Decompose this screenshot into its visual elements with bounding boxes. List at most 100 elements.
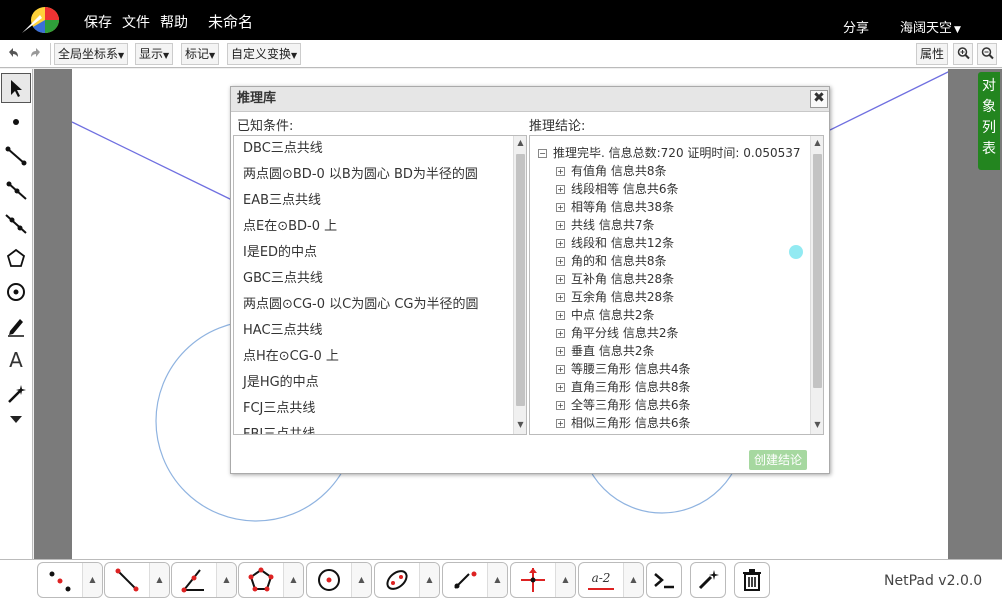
select-tool[interactable] bbox=[1, 73, 31, 103]
reasoning-results-tree[interactable]: − 推理完毕. 信息总数:720 证明时间: 0.050537 + 有值角 信息共8… bbox=[529, 135, 824, 435]
condition-item[interactable]: J是HG的中点 bbox=[234, 370, 516, 396]
pen-tool[interactable] bbox=[1, 311, 31, 341]
expand-icon[interactable]: + bbox=[556, 311, 565, 320]
results-scrollbar[interactable]: ▲ ▼ bbox=[810, 136, 823, 434]
scroll-thumb[interactable] bbox=[516, 154, 525, 406]
expand-icon[interactable]: + bbox=[556, 293, 565, 302]
polygon-tool[interactable] bbox=[1, 243, 31, 273]
angle-tool-button[interactable] bbox=[172, 563, 216, 597]
scroll-down-icon[interactable]: ▼ bbox=[811, 418, 823, 432]
more-tools-button[interactable] bbox=[1, 409, 31, 429]
condition-item[interactable]: EAB三点共线 bbox=[234, 188, 516, 214]
tree-item[interactable]: + 互余角 信息共28条 bbox=[556, 288, 674, 305]
zoom-out-button[interactable] bbox=[977, 43, 997, 65]
document-title[interactable]: 未命名 bbox=[208, 11, 253, 32]
angle-tools-dropdown[interactable]: ▲ bbox=[216, 563, 236, 597]
ray-tool[interactable] bbox=[1, 175, 31, 205]
scroll-up-icon[interactable]: ▲ bbox=[514, 136, 526, 150]
scroll-down-icon[interactable]: ▼ bbox=[514, 418, 526, 432]
tree-item[interactable]: +比例线段 信息共... bbox=[556, 432, 670, 434]
tree-item[interactable]: + 直角三角形 信息共8条 bbox=[556, 378, 690, 395]
display-dropdown[interactable]: 显示▼ bbox=[135, 43, 174, 65]
tree-item[interactable]: + 垂直 信息共2条 bbox=[556, 342, 654, 359]
tree-item[interactable]: + 线段和 信息共12条 bbox=[556, 234, 674, 251]
construct-tool-button[interactable] bbox=[443, 563, 487, 597]
polygon-tool-button[interactable] bbox=[239, 563, 283, 597]
expand-icon[interactable]: + bbox=[556, 365, 565, 374]
object-list-tab[interactable]: 对象列表 bbox=[978, 72, 1000, 170]
expand-icon[interactable]: + bbox=[556, 275, 565, 284]
expand-icon[interactable]: + bbox=[556, 167, 565, 176]
expression-tool-button[interactable]: a-2 bbox=[579, 563, 623, 597]
transform-tool-button[interactable] bbox=[511, 563, 555, 597]
tree-root[interactable]: − 推理完毕. 信息总数:720 证明时间: 0.050537 bbox=[538, 144, 801, 161]
tree-item[interactable]: + 共线 信息共7条 bbox=[556, 216, 654, 233]
line-tools-dropdown[interactable]: ▲ bbox=[149, 563, 169, 597]
delete-button[interactable] bbox=[734, 562, 770, 598]
condition-item[interactable]: HAC三点共线 bbox=[234, 318, 516, 344]
tree-item[interactable]: + 等腰三角形 信息共4条 bbox=[556, 360, 690, 377]
condition-item[interactable]: 两点圆⊙BD-0 以B为圆心 BD为半径的圆 bbox=[234, 162, 516, 188]
netpad-logo-icon[interactable] bbox=[18, 5, 62, 35]
properties-button[interactable]: 属性 bbox=[916, 43, 949, 65]
circle-tool[interactable] bbox=[1, 277, 31, 307]
expand-icon[interactable]: + bbox=[556, 221, 565, 230]
ellipse-tool-button[interactable] bbox=[375, 563, 419, 597]
point-tool[interactable] bbox=[1, 107, 31, 137]
scroll-thumb[interactable] bbox=[813, 154, 822, 388]
redo-button[interactable] bbox=[26, 43, 46, 65]
user-menu[interactable]: 海阔天空 ▼ bbox=[900, 17, 961, 36]
expand-icon[interactable]: + bbox=[556, 257, 565, 266]
tree-item[interactable]: + 中点 信息共2条 bbox=[556, 306, 654, 323]
tree-item[interactable]: + 相似三角形 信息共6条 bbox=[556, 414, 690, 431]
tree-item[interactable]: + 互补角 信息共28条 bbox=[556, 270, 674, 287]
conic-tools-dropdown[interactable]: ▲ bbox=[419, 563, 439, 597]
measure-tools-dropdown[interactable]: ▲ bbox=[623, 563, 643, 597]
condition-item[interactable]: FCJ三点共线 bbox=[234, 396, 516, 422]
segment-tool[interactable] bbox=[1, 141, 31, 171]
condition-item[interactable]: 点E在⊙BD-0 上 bbox=[234, 214, 516, 240]
construct-tools-dropdown[interactable]: ▲ bbox=[487, 563, 507, 597]
scroll-up-icon[interactable]: ▲ bbox=[811, 136, 823, 150]
coord-system-dropdown[interactable]: 全局坐标系▼ bbox=[54, 43, 129, 65]
zoom-in-button[interactable] bbox=[953, 43, 973, 65]
geometry-line[interactable] bbox=[72, 121, 233, 201]
menu-save[interactable]: 保存 bbox=[84, 12, 112, 32]
conditions-scrollbar[interactable]: ▲ ▼ bbox=[513, 136, 526, 434]
tree-item[interactable]: + 角的和 信息共8条 bbox=[556, 252, 666, 269]
polygon-tools-dropdown[interactable]: ▲ bbox=[283, 563, 303, 597]
expand-icon[interactable]: + bbox=[556, 419, 565, 428]
close-button[interactable]: ✖ bbox=[810, 90, 828, 108]
points-tool-button[interactable] bbox=[38, 563, 82, 597]
undo-button[interactable] bbox=[3, 43, 23, 65]
condition-item[interactable]: FBI三点共线 bbox=[234, 422, 516, 434]
circle-tool-button[interactable] bbox=[307, 563, 351, 597]
expand-icon[interactable]: + bbox=[556, 239, 565, 248]
tree-item[interactable]: + 有值角 信息共8条 bbox=[556, 162, 666, 179]
line-tool[interactable] bbox=[1, 209, 31, 239]
mark-dropdown[interactable]: 标记▼ bbox=[181, 43, 220, 65]
condition-item[interactable]: DBC三点共线 bbox=[234, 136, 516, 162]
expand-icon[interactable]: + bbox=[556, 347, 565, 356]
geometry-line[interactable] bbox=[829, 70, 948, 131]
transform-tools-dropdown[interactable]: ▲ bbox=[555, 563, 575, 597]
condition-item[interactable]: 两点圆⊙CG-0 以C为圆心 CG为半径的圆 bbox=[234, 292, 516, 318]
magic-tool[interactable] bbox=[1, 379, 31, 409]
condition-item[interactable]: 点H在⊙CG-0 上 bbox=[234, 344, 516, 370]
menu-help[interactable]: 帮助 bbox=[160, 12, 188, 32]
expand-icon[interactable]: + bbox=[556, 185, 565, 194]
known-conditions-list[interactable]: DBC三点共线 两点圆⊙BD-0 以B为圆心 BD为半径的圆 EAB三点共线 点E在⊙… bbox=[233, 135, 527, 435]
point-tools-dropdown[interactable]: ▲ bbox=[82, 563, 102, 597]
text-tool[interactable]: A bbox=[1, 345, 31, 375]
tree-item[interactable]: + 线段相等 信息共6条 bbox=[556, 180, 678, 197]
condition-item[interactable]: I是ED的中点 bbox=[234, 240, 516, 266]
expand-icon[interactable]: + bbox=[556, 401, 565, 410]
segment-tool-button[interactable] bbox=[105, 563, 149, 597]
create-conclusion-button[interactable]: 创建结论 bbox=[749, 450, 807, 470]
tree-item[interactable]: + 相等角 信息共38条 bbox=[556, 198, 674, 215]
collapse-icon[interactable]: − bbox=[538, 149, 547, 158]
expand-icon[interactable]: + bbox=[556, 203, 565, 212]
command-button[interactable] bbox=[646, 562, 682, 598]
circle-tools-dropdown[interactable]: ▲ bbox=[351, 563, 371, 597]
magic-wand-button[interactable] bbox=[690, 562, 726, 598]
